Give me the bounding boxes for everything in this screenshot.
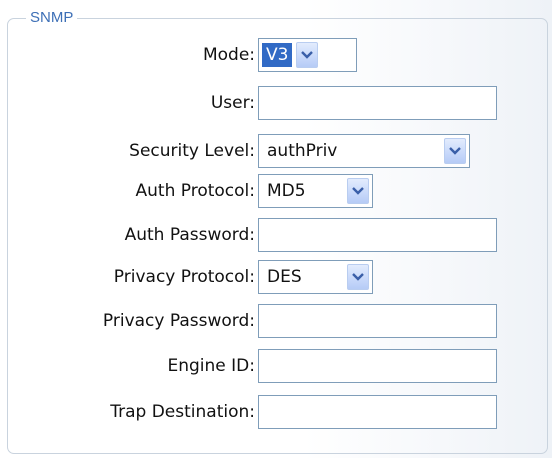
mode-select-value: V3 <box>262 43 293 67</box>
trap-destination-row: Trap Destination: <box>0 395 552 429</box>
trap-destination-label: Trap Destination: <box>110 402 255 422</box>
privacy-protocol-select[interactable]: DES <box>258 260 373 294</box>
security-level-label: Security Level: <box>129 141 255 161</box>
privacy-password-row: Privacy Password: <box>0 304 552 338</box>
auth-password-label: Auth Password: <box>124 225 255 245</box>
chevron-down-icon[interactable] <box>444 138 466 164</box>
snmp-settings-page: SNMP Mode: V3 User: Security Level: auth… <box>0 0 552 458</box>
chevron-down-icon[interactable] <box>347 264 369 290</box>
chevron-down-icon[interactable] <box>347 178 369 204</box>
mode-select[interactable]: V3 <box>258 38 357 72</box>
security-level-select-value: authPriv <box>267 141 338 161</box>
snmp-legend: SNMP <box>26 10 78 26</box>
privacy-password-label: Privacy Password: <box>102 311 255 331</box>
engine-id-input[interactable] <box>258 349 497 383</box>
auth-protocol-row: Auth Protocol: MD5 <box>0 174 552 208</box>
privacy-password-input[interactable] <box>258 304 497 338</box>
auth-protocol-select-value: MD5 <box>267 181 306 201</box>
auth-protocol-select[interactable]: MD5 <box>258 174 373 208</box>
auth-password-row: Auth Password: <box>0 218 552 252</box>
auth-protocol-label: Auth Protocol: <box>135 181 255 201</box>
security-level-row: Security Level: authPriv <box>0 134 552 168</box>
user-input[interactable] <box>258 86 497 120</box>
trap-destination-input[interactable] <box>258 395 497 429</box>
chevron-down-icon[interactable] <box>296 42 319 68</box>
user-label: User: <box>210 93 255 113</box>
auth-password-input[interactable] <box>258 218 497 252</box>
privacy-protocol-select-value: DES <box>267 267 302 287</box>
privacy-protocol-label: Privacy Protocol: <box>113 267 255 287</box>
engine-id-row: Engine ID: <box>0 349 552 383</box>
privacy-protocol-row: Privacy Protocol: DES <box>0 260 552 294</box>
user-row: User: <box>0 86 552 120</box>
mode-row: Mode: V3 <box>0 38 552 72</box>
engine-id-label: Engine ID: <box>167 356 256 376</box>
mode-label: Mode: <box>202 45 255 65</box>
security-level-select[interactable]: authPriv <box>258 134 470 168</box>
